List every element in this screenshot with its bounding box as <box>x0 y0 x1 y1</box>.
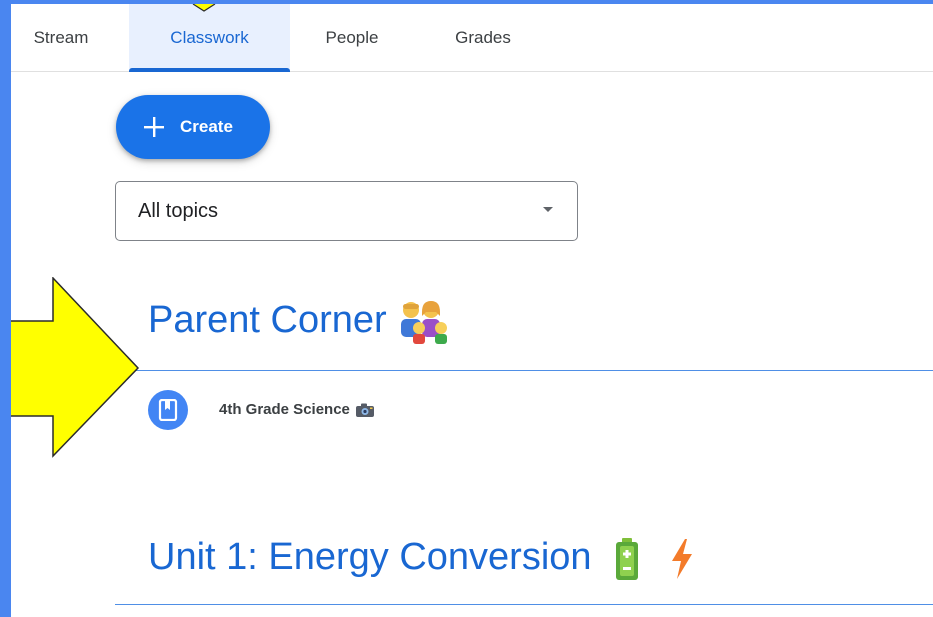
topic-filter-value: All topics <box>138 200 219 222</box>
tab-people-label: People <box>325 28 379 47</box>
section-divider <box>115 604 933 605</box>
yellow-arrow-tip-icon <box>192 4 216 12</box>
create-button-label: Create <box>180 117 233 136</box>
section-title-text: Unit 1: Energy Conversion <box>148 536 592 578</box>
battery-emoji-icon <box>616 537 639 580</box>
lightning-emoji-icon <box>671 538 692 579</box>
create-button[interactable]: Create <box>116 95 270 159</box>
section-title-unit-1[interactable]: Unit 1: Energy Conversion <box>148 533 697 581</box>
material-item-label: 4th Grade Science <box>219 401 350 418</box>
tab-people[interactable]: People <box>307 4 397 71</box>
camera-emoji-icon <box>356 403 375 418</box>
tab-grades[interactable]: Grades <box>433 4 533 71</box>
material-item-title[interactable]: 4th Grade Science <box>219 401 375 418</box>
material-item-icon[interactable] <box>148 390 188 430</box>
tab-stream[interactable]: Stream <box>11 4 111 71</box>
tab-bar: Stream Classwork People Grades <box>11 4 933 72</box>
tab-classwork-label: Classwork <box>170 28 249 47</box>
tab-classwork[interactable]: Classwork <box>129 4 290 72</box>
active-tab-indicator <box>129 68 290 72</box>
section-divider <box>115 370 933 371</box>
tab-grades-label: Grades <box>455 28 511 47</box>
topic-filter-select[interactable]: All topics <box>115 181 578 241</box>
plus-icon <box>144 117 164 137</box>
yellow-arrow-icon <box>11 277 140 458</box>
classroom-page: Stream Classwork People Grades Create Al… <box>11 4 933 617</box>
family-emoji-icon <box>401 300 448 344</box>
section-title-text: Parent Corner <box>148 299 387 341</box>
book-icon <box>158 399 178 421</box>
tab-stream-label: Stream <box>33 28 89 47</box>
dropdown-caret-icon <box>543 207 553 212</box>
section-title-parent-corner[interactable]: Parent Corner <box>148 296 453 344</box>
